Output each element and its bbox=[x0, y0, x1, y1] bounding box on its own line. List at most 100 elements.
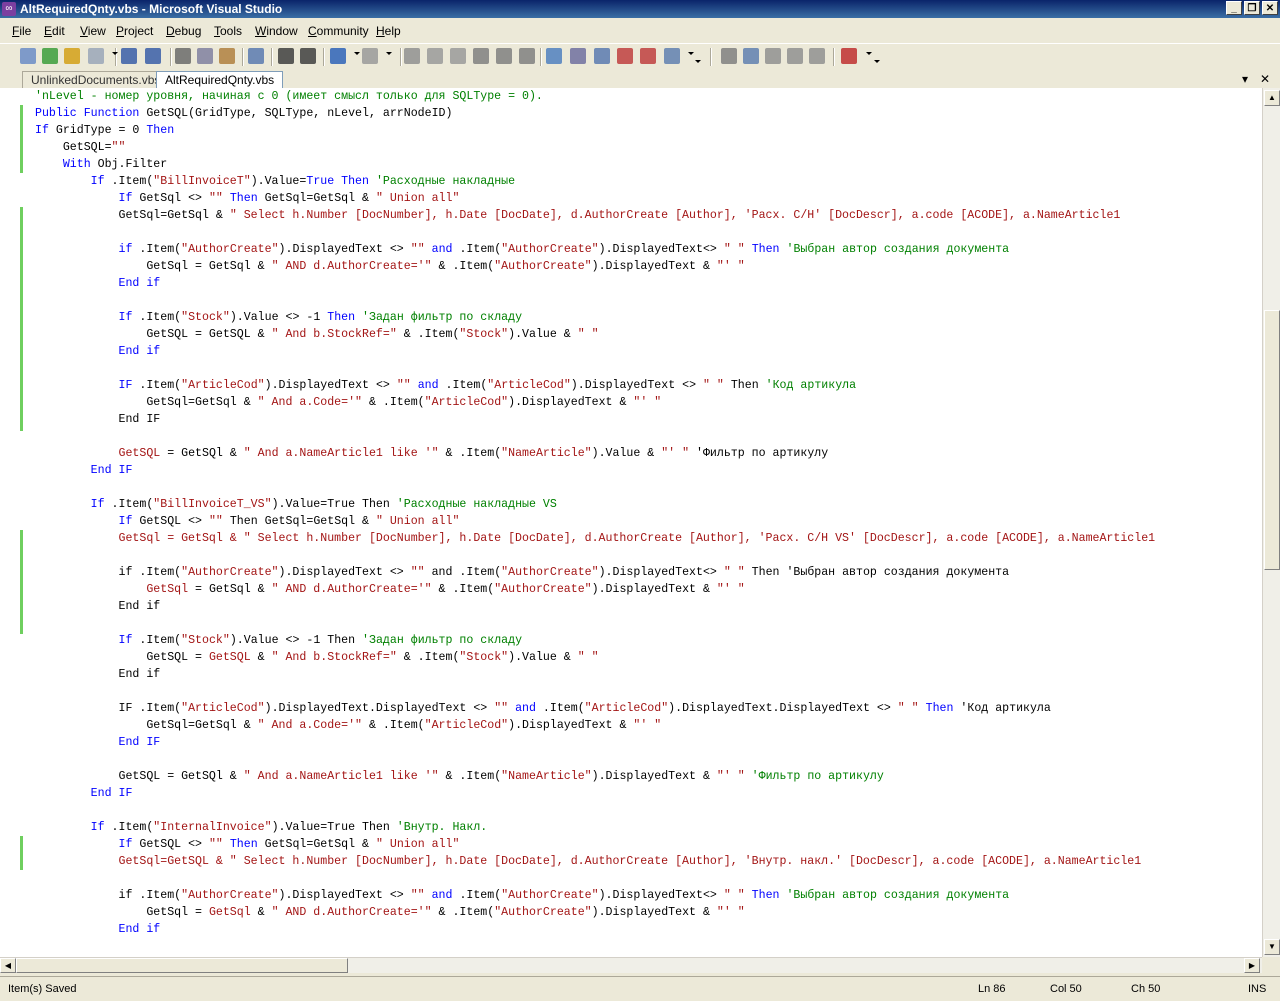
code-line[interactable]: GetSQL = GetSQL & " And b.StockRef=" & .… bbox=[35, 649, 1155, 666]
add-item-icon[interactable] bbox=[20, 48, 36, 64]
code-line[interactable]: If .Item("BillInvoiceT_VS").Value=True T… bbox=[35, 496, 1155, 513]
command-window-icon[interactable] bbox=[664, 48, 680, 64]
code-line[interactable]: GetSQL = GetSQl & " And a.NameArticle1 l… bbox=[35, 768, 1155, 785]
undo-icon[interactable] bbox=[330, 48, 346, 64]
menu-item-3[interactable]: Project bbox=[116, 23, 153, 39]
close-window-button[interactable]: ✕ bbox=[1262, 1, 1278, 15]
code-line[interactable]: GetSql = GetSql & " Select h.Number [Doc… bbox=[35, 530, 1155, 547]
code-line[interactable]: IF .Item("ArticleCod").DisplayedText <> … bbox=[35, 377, 1155, 394]
code-line[interactable] bbox=[35, 547, 1155, 564]
code-line[interactable]: GetSQL = GetSQL & " And b.StockRef=" & .… bbox=[35, 326, 1155, 343]
horizontal-scrollbar[interactable]: ◀ ▶ bbox=[0, 957, 1262, 973]
close-document-icon[interactable]: ✕ bbox=[1260, 71, 1270, 87]
cut-icon[interactable] bbox=[175, 48, 191, 64]
error-list-icon[interactable] bbox=[640, 48, 656, 64]
code-line[interactable]: If .Item("BillInvoiceT").Value=True Then… bbox=[35, 173, 1155, 190]
code-line[interactable] bbox=[35, 683, 1155, 700]
stop-debug-icon[interactable] bbox=[450, 48, 466, 64]
prev-bookmark-icon[interactable] bbox=[765, 48, 781, 64]
indent-icon[interactable] bbox=[721, 48, 737, 64]
code-line[interactable] bbox=[35, 292, 1155, 309]
save-all-icon[interactable] bbox=[145, 48, 161, 64]
step-over-icon[interactable] bbox=[496, 48, 512, 64]
horizontal-scroll-thumb[interactable] bbox=[16, 958, 348, 973]
bookmark-icon[interactable] bbox=[743, 48, 759, 64]
code-line[interactable]: GetSql = GetSql & " AND d.AuthorCreate='… bbox=[35, 258, 1155, 275]
step-out-icon[interactable] bbox=[519, 48, 535, 64]
break-all-icon[interactable] bbox=[427, 48, 443, 64]
clear-bookmark-icon[interactable] bbox=[809, 48, 825, 64]
chevron-down-icon[interactable] bbox=[688, 52, 694, 55]
code-line[interactable]: GetSql=GetSql & " And a.Code='" & .Item(… bbox=[35, 717, 1155, 734]
find-in-files-icon[interactable] bbox=[248, 48, 264, 64]
code-line[interactable]: End if bbox=[35, 666, 1155, 683]
code-line[interactable]: End IF bbox=[35, 734, 1155, 751]
code-line[interactable]: if .Item("AuthorCreate").DisplayedText <… bbox=[35, 241, 1155, 258]
code-line[interactable]: If .Item("Stock").Value <> -1 Then 'Зада… bbox=[35, 309, 1155, 326]
code-line[interactable]: GetSql=GetSql & " And a.Code='" & .Item(… bbox=[35, 394, 1155, 411]
menu-item-5[interactable]: Tools bbox=[214, 23, 242, 39]
redo-icon[interactable] bbox=[362, 48, 378, 64]
menu-item-8[interactable]: Help bbox=[376, 23, 401, 39]
code-line[interactable] bbox=[35, 360, 1155, 377]
toolbox-icon[interactable] bbox=[617, 48, 633, 64]
scroll-right-arrow-icon[interactable]: ▶ bbox=[1244, 958, 1260, 973]
menu-item-4[interactable]: Debug bbox=[166, 23, 201, 39]
code-line[interactable]: End if bbox=[35, 275, 1155, 292]
step-into-icon[interactable] bbox=[473, 48, 489, 64]
code-line[interactable]: If GridType = 0 Then bbox=[35, 122, 1155, 139]
code-text[interactable]: 'nLevel - номер уровня, начиная с 0 (име… bbox=[35, 88, 1155, 938]
tab-unlinked-documents[interactable]: UnlinkedDocuments.vbs bbox=[22, 71, 170, 88]
code-line[interactable]: End if bbox=[35, 343, 1155, 360]
scroll-up-arrow-icon[interactable]: ▲ bbox=[1264, 90, 1280, 106]
paste-icon[interactable] bbox=[219, 48, 235, 64]
save-icon[interactable] bbox=[121, 48, 137, 64]
menu-item-6[interactable]: Window bbox=[255, 23, 298, 39]
code-line[interactable]: End IF bbox=[35, 411, 1155, 428]
code-line[interactable]: End IF bbox=[35, 785, 1155, 802]
code-line[interactable]: End if bbox=[35, 598, 1155, 615]
tab-alt-required-qnty[interactable]: AltRequiredQnty.vbs bbox=[156, 71, 284, 89]
code-line[interactable]: GetSql=GetSQL & " Select h.Number [DocNu… bbox=[35, 853, 1155, 870]
open-icon[interactable] bbox=[64, 48, 80, 64]
start-debug-icon[interactable] bbox=[404, 48, 420, 64]
code-line[interactable] bbox=[35, 479, 1155, 496]
chevron-down-icon[interactable] bbox=[112, 52, 118, 55]
code-line[interactable]: GetSQL = GetSQl & " And a.NameArticle1 l… bbox=[35, 445, 1155, 462]
copy-icon[interactable] bbox=[197, 48, 213, 64]
code-line[interactable]: GetSql=GetSql & " Select h.Number [DocNu… bbox=[35, 207, 1155, 224]
code-line[interactable]: End if bbox=[35, 921, 1155, 938]
code-line[interactable]: GetSql = GetSql & " AND d.AuthorCreate='… bbox=[35, 904, 1155, 921]
code-line[interactable]: If .Item("InternalInvoice").Value=True T… bbox=[35, 819, 1155, 836]
add-new-icon[interactable] bbox=[88, 48, 104, 64]
code-line[interactable]: GetSQL="" bbox=[35, 139, 1155, 156]
code-line[interactable]: If GetSQL <> "" Then GetSql=GetSql & " U… bbox=[35, 513, 1155, 530]
code-line[interactable]: With Obj.Filter bbox=[35, 156, 1155, 173]
code-editor[interactable]: 'nLevel - номер уровня, начиная с 0 (име… bbox=[0, 88, 1262, 957]
next-bookmark-icon[interactable] bbox=[787, 48, 803, 64]
code-line[interactable]: If GetSql <> "" Then GetSql=GetSql & " U… bbox=[35, 190, 1155, 207]
menu-item-1[interactable]: Edit bbox=[44, 23, 65, 39]
code-line[interactable]: 'nLevel - номер уровня, начиная с 0 (име… bbox=[35, 88, 1155, 105]
vertical-scrollbar[interactable]: ▲ ▼ bbox=[1262, 88, 1280, 957]
minimize-button[interactable]: _ bbox=[1226, 1, 1242, 15]
object-browser-icon[interactable] bbox=[594, 48, 610, 64]
code-line[interactable]: End IF bbox=[35, 462, 1155, 479]
code-line[interactable] bbox=[35, 224, 1155, 241]
web-site-icon[interactable] bbox=[42, 48, 58, 64]
code-line[interactable]: if .Item("AuthorCreate").DisplayedText <… bbox=[35, 887, 1155, 904]
chevron-down-icon[interactable] bbox=[386, 52, 392, 55]
menu-item-7[interactable]: Community bbox=[308, 23, 369, 39]
code-line[interactable]: If .Item("Stock").Value <> -1 Then 'Зада… bbox=[35, 632, 1155, 649]
menu-item-2[interactable]: View bbox=[80, 23, 106, 39]
code-line[interactable]: Public Function GetSQL(GridType, SQLType… bbox=[35, 105, 1155, 122]
scroll-left-arrow-icon[interactable]: ◀ bbox=[0, 958, 16, 973]
restore-button[interactable]: ❐ bbox=[1244, 1, 1260, 15]
code-line[interactable] bbox=[35, 751, 1155, 768]
code-line[interactable] bbox=[35, 615, 1155, 632]
vertical-scroll-thumb[interactable] bbox=[1264, 310, 1280, 570]
code-line[interactable]: If GetSQL <> "" Then GetSql=GetSql & " U… bbox=[35, 836, 1155, 853]
breakpoint-icon[interactable] bbox=[841, 48, 857, 64]
code-line[interactable]: GetSql = GetSql & " AND d.AuthorCreate='… bbox=[35, 581, 1155, 598]
solution-explorer-icon[interactable] bbox=[546, 48, 562, 64]
